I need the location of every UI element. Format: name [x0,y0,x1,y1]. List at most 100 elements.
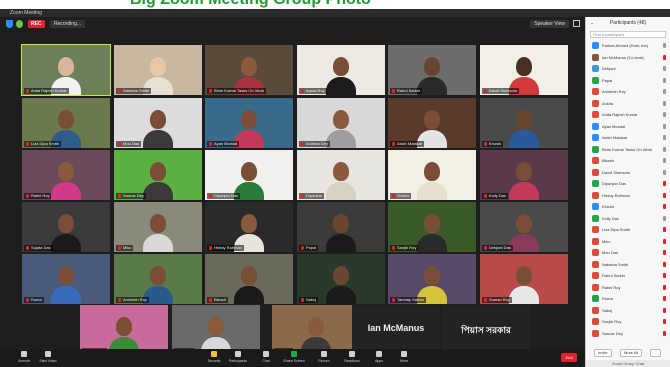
video-tile[interactable]: Miko [114,202,202,252]
video-tile[interactable]: Saurav Dey [114,150,202,200]
video-tile[interactable]: Natasha Smith [114,45,202,95]
video-tile[interactable]: Rahul Sarker [388,45,476,95]
toolbar-participants-button[interactable]: Participants [224,351,252,363]
fullscreen-icon[interactable] [573,20,580,27]
video-tile[interactable]: Anita Rajesh Kumar [21,44,111,96]
video-tile[interactable]: Kolly Das [480,150,568,200]
participant-item[interactable]: Miko [586,236,670,248]
video-tile[interactable]: Soma [272,305,360,355]
video-tile[interactable]: Ian McManus [352,305,440,355]
toolbar-record-button[interactable]: Record [310,351,338,363]
end-meeting-button[interactable]: End [561,353,577,362]
participant-item[interactable]: Sabuj [586,305,670,317]
mic-icon[interactable] [663,146,666,152]
participant-item[interactable]: Dipanjan Das [586,178,670,190]
participant-item[interactable]: Papai [586,75,670,87]
chat-bar[interactable]: Zoom Group Chat [586,360,670,367]
video-tile[interactable]: পিয়াস সরকার [442,305,530,355]
meeting-info-icon[interactable] [16,20,23,28]
participant-item[interactable]: Ian McManus (Co-host) [586,52,670,64]
video-tile[interactable]: Ruma [22,254,110,304]
participant-item[interactable]: Natasha Smith [586,259,670,271]
recording-status[interactable]: Recording... [50,20,85,28]
participant-item[interactable]: Bhim Kumar Tasks On Work [586,144,670,156]
video-tile[interactable]: Sujata Das [22,202,110,252]
muted-mic-icon[interactable] [663,181,666,186]
participant-item[interactable]: Hridoy Rahman [586,190,670,202]
participant-item[interactable]: Debjani [586,63,670,75]
toolbar-apps-button[interactable]: Apps [365,351,393,363]
video-tile[interactable]: Debjani Das [480,202,568,252]
more-options-button[interactable]: ... [650,349,662,357]
invite-button[interactable]: Invite [594,349,612,357]
video-tile[interactable]: Papai [297,202,385,252]
video-tile[interactable]: Bapi Das [80,305,168,355]
video-tile[interactable]: Rakhi Roy [22,150,110,200]
mic-icon[interactable] [663,123,666,129]
encryption-shield-icon[interactable] [6,20,13,28]
participant-item[interactable]: Khushi [586,201,670,213]
participant-item[interactable]: Mou Das [586,247,670,259]
video-tile[interactable]: Ayan Mondal [205,98,293,148]
video-tile[interactable]: Tanmay Sarkar [388,254,476,304]
mute-all-button[interactable]: Mute All [620,349,643,357]
muted-mic-icon[interactable] [663,307,666,313]
mic-icon[interactable] [663,215,666,221]
video-tile[interactable]: Dipanjan Das [205,150,293,200]
participant-item[interactable]: Ayan Mondal [586,121,670,133]
participant-item[interactable]: David Simmons [586,167,670,179]
video-tile[interactable]: Ankita [172,305,260,355]
video-tile[interactable]: Sanjib Roy [388,202,476,252]
mic-icon[interactable] [663,100,666,106]
video-tile[interactable]: Anirban Dey [297,98,385,148]
toolbar-more-button[interactable]: More [390,351,418,363]
participant-search-input[interactable]: Find a participant [590,31,666,38]
view-toggle-button[interactable]: Speaker View [530,20,569,28]
video-tile[interactable]: Bikash [205,254,293,304]
participant-item[interactable]: Rakhi Roy [586,282,670,294]
mic-icon[interactable] [663,112,666,117]
mic-icon[interactable] [663,135,666,140]
video-tile[interactable]: Hridoy Rahman [205,202,293,252]
participant-item[interactable]: Ruma [586,293,670,305]
muted-mic-icon[interactable] [663,261,666,267]
participant-item[interactable]: Saurav Dey [586,328,670,340]
video-tile[interactable]: Bhim Kumar Tasks On Work [205,45,293,95]
participant-item[interactable]: Kolly Das [586,213,670,225]
muted-mic-icon[interactable] [663,319,666,324]
participant-item[interactable]: Liza Dipa Smith [586,224,670,236]
toolbar-share-screen-button[interactable]: Share Screen [280,351,308,363]
video-tile[interactable]: Animesh Roy [114,254,202,304]
muted-mic-icon[interactable] [663,54,666,60]
muted-mic-icon[interactable] [663,204,666,209]
participant-item[interactable]: Asish Malakar [586,132,670,144]
toolbar-chat-button[interactable]: Chat [252,351,280,363]
toolbar-start-video-button[interactable]: Start Video [34,351,62,363]
muted-mic-icon[interactable] [663,250,666,255]
participant-item[interactable]: Ankita [586,98,670,110]
muted-mic-icon[interactable] [663,284,666,290]
participant-item[interactable]: Farhan Ahmed (Host, me) [586,40,670,52]
participant-item[interactable]: Sanjib Roy [586,316,670,328]
participant-item[interactable]: Animesh Roy [586,86,670,98]
video-tile[interactable]: Arpita Roy [297,45,385,95]
mic-icon[interactable] [663,169,666,175]
mic-icon[interactable] [663,66,666,71]
muted-mic-icon[interactable] [663,273,666,278]
muted-mic-icon[interactable] [663,330,666,336]
video-tile[interactable]: Sabuj [297,254,385,304]
muted-mic-icon[interactable] [663,238,666,244]
toolbar-reactions-button[interactable]: Reactions [338,351,366,363]
muted-mic-icon[interactable] [663,227,666,232]
muted-mic-icon[interactable] [663,192,666,198]
video-tile[interactable]: Suman Roy [480,254,568,304]
mic-icon[interactable] [663,77,666,83]
video-tile[interactable]: Sheela [388,150,476,200]
muted-mic-icon[interactable] [663,296,666,301]
mic-icon[interactable] [663,158,666,163]
video-tile[interactable]: David Simmons [480,45,568,95]
video-tile[interactable]: Mou Das [114,98,202,148]
mic-icon[interactable] [663,43,666,48]
video-tile[interactable]: Dipankar [297,150,385,200]
participant-item[interactable]: Bikash [586,155,670,167]
